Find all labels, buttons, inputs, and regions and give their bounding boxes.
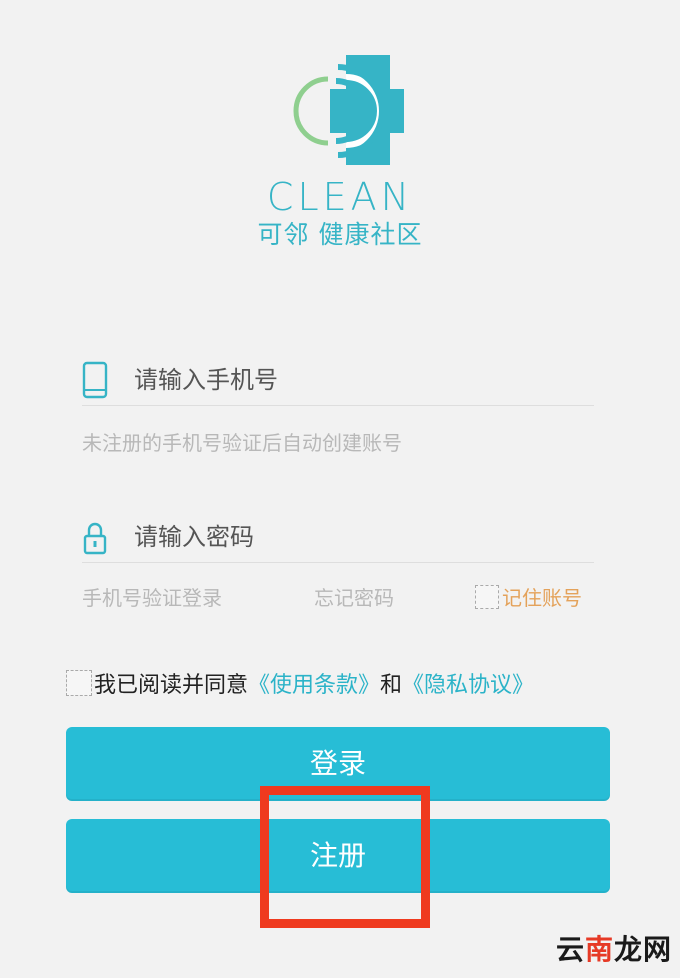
remember-account-checkbox[interactable] bbox=[475, 585, 499, 609]
phone-icon bbox=[82, 361, 108, 399]
agreement-prefix: 我已阅读并同意 bbox=[94, 673, 249, 698]
watermark-part-1: 云 bbox=[555, 933, 585, 966]
login-button[interactable]: 登录 bbox=[66, 727, 610, 801]
phone-input[interactable] bbox=[132, 359, 576, 401]
clean-cross-logo-icon bbox=[293, 55, 404, 165]
phone-hint: 未注册的手机号验证后自动创建账号 bbox=[82, 431, 402, 455]
agreement-conjunction: 和 bbox=[380, 673, 403, 698]
brand-subtitle: 可邻 健康社区 bbox=[257, 220, 423, 249]
watermark-part-2: 南 bbox=[584, 933, 614, 966]
password-field-row bbox=[82, 512, 594, 563]
watermark-part-3: 龙网 bbox=[613, 933, 672, 966]
remember-account-toggle[interactable]: 记住账号 bbox=[475, 582, 582, 611]
login-options-row: 手机号验证登录 忘记密码 记住账号 bbox=[82, 582, 594, 612]
lock-icon bbox=[83, 522, 107, 555]
phone-field-row bbox=[82, 355, 594, 406]
agreement-checkbox[interactable] bbox=[66, 670, 92, 696]
password-input[interactable] bbox=[132, 516, 576, 558]
watermark: 云南龙网 bbox=[556, 928, 672, 968]
register-button[interactable]: 注册 bbox=[66, 819, 610, 893]
terms-of-use-link[interactable]: 《使用条款》 bbox=[248, 673, 380, 698]
agreement-row: 我已阅读并同意《使用条款》和《隐私协议》 bbox=[66, 667, 534, 699]
privacy-policy-link[interactable]: 《隐私协议》 bbox=[402, 673, 534, 698]
brand-name: CLEAN bbox=[266, 175, 414, 219]
remember-account-label: 记住账号 bbox=[502, 586, 582, 610]
app-logo: CLEAN 可邻 健康社区 bbox=[250, 55, 430, 255]
phone-verify-login-link[interactable]: 手机号验证登录 bbox=[82, 582, 222, 611]
forgot-password-link[interactable]: 忘记密码 bbox=[314, 582, 394, 611]
login-page: CLEAN 可邻 健康社区 未注册的手机号验证后自动创建账号 手机号验证登录 忘… bbox=[0, 0, 680, 978]
